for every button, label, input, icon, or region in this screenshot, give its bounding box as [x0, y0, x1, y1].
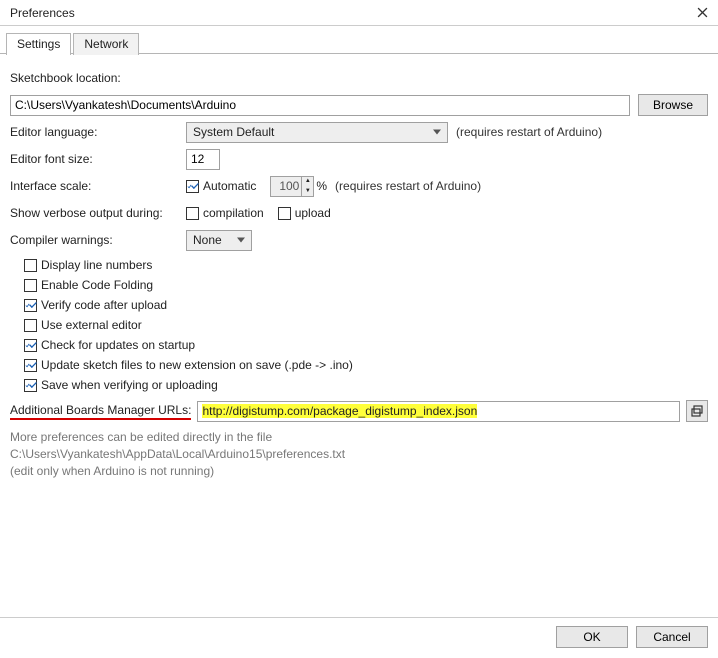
browse-button[interactable]: Browse [638, 94, 708, 116]
close-button[interactable] [694, 5, 710, 21]
editor-language-value: System Default [193, 125, 274, 139]
update-ext-checkbox[interactable] [24, 359, 37, 372]
boards-urls-value: http://digistump.com/package_digistump_i… [202, 404, 477, 418]
tab-network[interactable]: Network [73, 33, 139, 55]
edit-warning-note: (edit only when Arduino is not running) [10, 464, 708, 478]
interface-scale-label: Interface scale: [10, 179, 186, 193]
boards-urls-expand-button[interactable] [686, 400, 708, 422]
more-prefs-note: More preferences can be edited directly … [10, 430, 708, 444]
code-folding-label: Enable Code Folding [41, 278, 153, 292]
compiler-warnings-select[interactable]: None [186, 230, 252, 251]
automatic-scale-checkbox[interactable] [186, 180, 199, 193]
line-numbers-label: Display line numbers [41, 258, 152, 272]
ok-button[interactable]: OK [556, 626, 628, 648]
editor-language-label: Editor language: [10, 125, 186, 139]
chevron-down-icon [237, 238, 245, 243]
check-updates-label: Check for updates on startup [41, 338, 195, 352]
verify-upload-checkbox[interactable] [24, 299, 37, 312]
scale-restart-note: (requires restart of Arduino) [335, 179, 481, 193]
code-folding-checkbox[interactable] [24, 279, 37, 292]
check-updates-checkbox[interactable] [24, 339, 37, 352]
window-title: Preferences [10, 6, 75, 20]
font-size-input[interactable] [186, 149, 220, 170]
verify-upload-label: Verify code after upload [41, 298, 167, 312]
compiler-warnings-value: None [193, 233, 222, 247]
upload-checkbox[interactable] [278, 207, 291, 220]
language-restart-note: (requires restart of Arduino) [456, 125, 602, 139]
boards-urls-input[interactable]: http://digistump.com/package_digistump_i… [197, 401, 680, 422]
editor-language-select[interactable]: System Default [186, 122, 448, 143]
compiler-warnings-label: Compiler warnings: [10, 233, 186, 247]
scale-value-input[interactable] [271, 177, 301, 196]
cancel-button[interactable]: Cancel [636, 626, 708, 648]
boards-urls-label: Additional Boards Manager URLs: [10, 403, 191, 420]
scale-spinbox[interactable]: ▲▼ [270, 176, 314, 197]
update-ext-label: Update sketch files to new extension on … [41, 358, 353, 372]
chevron-down-icon [433, 130, 441, 135]
prefs-file-path: C:\Users\Vyankatesh\AppData\Local\Arduin… [10, 447, 708, 461]
font-size-label: Editor font size: [10, 152, 186, 166]
scale-spin-buttons[interactable]: ▲▼ [301, 177, 313, 196]
sketchbook-label: Sketchbook location: [10, 71, 121, 85]
external-editor-checkbox[interactable] [24, 319, 37, 332]
compilation-checkbox[interactable] [186, 207, 199, 220]
line-numbers-checkbox[interactable] [24, 259, 37, 272]
upload-label: upload [295, 206, 331, 220]
close-icon [697, 7, 708, 18]
tab-settings[interactable]: Settings [6, 33, 71, 55]
save-verify-checkbox[interactable] [24, 379, 37, 392]
sketchbook-path-input[interactable] [10, 95, 630, 116]
verbose-label: Show verbose output during: [10, 206, 186, 220]
compilation-label: compilation [203, 206, 264, 220]
window-icon [690, 404, 704, 418]
external-editor-label: Use external editor [41, 318, 142, 332]
automatic-scale-label: Automatic [203, 179, 256, 193]
scale-percent-label: % [316, 179, 327, 193]
save-verify-label: Save when verifying or uploading [41, 378, 218, 392]
